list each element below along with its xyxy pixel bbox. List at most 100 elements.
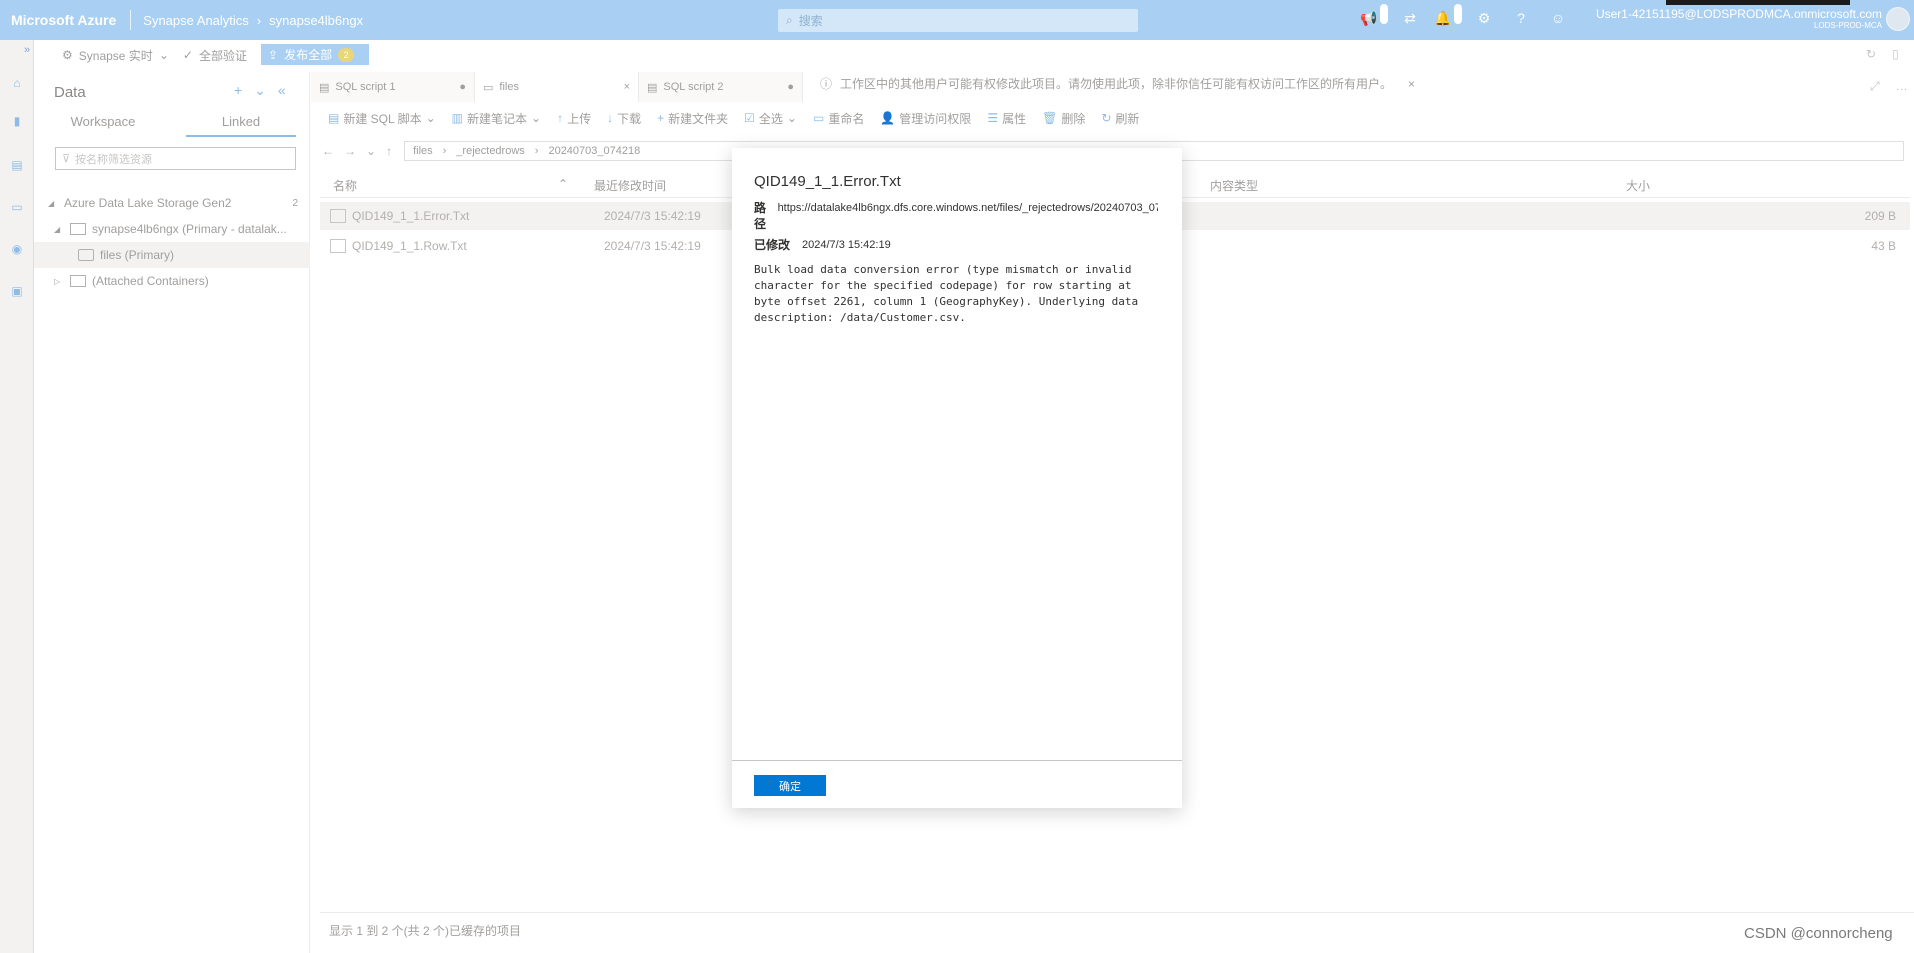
add-icon[interactable]: + xyxy=(234,82,242,99)
tabs-right-icons: ⤢ … xyxy=(1870,79,1908,94)
caret-right-icon: ▷ xyxy=(54,276,61,286)
tab-sql-script-2[interactable]: ▤ SQL script 2 ● xyxy=(639,72,803,102)
integrate-icon[interactable]: ▭ xyxy=(6,196,28,218)
collapse-all-icon[interactable]: ⌄ xyxy=(254,82,266,99)
refresh-button[interactable]: ↻ 刷新 xyxy=(1093,110,1147,127)
tree-item-synapse[interactable]: ◢ synapse4lb6ngx (Primary - datalak... xyxy=(34,216,310,242)
upload-icon: ↑ xyxy=(557,111,564,125)
file-size: 43 B xyxy=(1871,239,1896,253)
modified-label: 已修改 xyxy=(754,238,791,252)
ok-button[interactable]: 确定 xyxy=(754,775,826,796)
home-icon[interactable]: ⌂ xyxy=(6,72,28,94)
forward-icon[interactable]: → xyxy=(344,144,356,158)
dialog-title: QID149_1_1.Error.Txt xyxy=(754,173,901,190)
nav-buttons: ← → ⌄ ↑ xyxy=(320,144,392,158)
storage-icon xyxy=(70,275,86,287)
expand-icon[interactable]: » xyxy=(24,44,30,56)
data-icon[interactable]: ▮ xyxy=(6,110,28,132)
maximize-icon[interactable]: ⤢ xyxy=(1870,79,1880,94)
bell-icon[interactable]: 🔔 1 xyxy=(1434,4,1462,28)
manage-icon[interactable]: ▣ xyxy=(6,280,28,302)
new-folder-label: 新建文件夹 xyxy=(668,111,729,126)
gear-icon[interactable]: ⚙ xyxy=(1474,8,1494,28)
develop-icon[interactable]: ▤ xyxy=(6,154,28,176)
back-icon[interactable]: ← xyxy=(322,144,334,158)
search-icon: ⌕ xyxy=(786,13,793,27)
rename-label: 重命名 xyxy=(828,111,865,126)
redaction-bar xyxy=(1666,0,1850,5)
help-icon[interactable]: ? xyxy=(1511,8,1531,28)
tree-item-files[interactable]: files (Primary) xyxy=(34,242,310,268)
new-sql-label: 新建 SQL 脚本 xyxy=(343,111,422,126)
chevron-down-icon: ⌄ xyxy=(425,111,436,125)
status-text: 显示 1 到 2 个(共 2 个)已缓存的项目 xyxy=(329,924,522,938)
download-button[interactable]: ↓ 下载 xyxy=(599,110,649,127)
tree-item-label: (Attached Containers) xyxy=(92,274,209,288)
brand-title[interactable]: Microsoft Azure xyxy=(0,10,132,30)
path-segment[interactable]: _rejectedrows xyxy=(456,145,524,157)
header-icons: 📢 1 ⇄ 🔔 1 ⚙ ? ☺ xyxy=(1360,4,1568,28)
chevron-down-icon[interactable]: ⌄ xyxy=(366,144,376,158)
search-input[interactable]: ⌕ 搜索 xyxy=(778,9,1138,32)
notebook-icon: ▥ xyxy=(451,111,463,125)
column-content-type[interactable]: 内容类型 xyxy=(1210,177,1626,194)
path-segment[interactable]: files xyxy=(413,145,433,157)
new-notebook-button[interactable]: ▥ 新建笔记本 ⌄ xyxy=(444,110,549,127)
filter-icon: ⊽ xyxy=(62,153,71,165)
tab-linked[interactable]: Linked xyxy=(186,114,296,137)
tab-workspace[interactable]: Workspace xyxy=(34,114,172,137)
validate-all-button[interactable]: ✓ 全部验证 xyxy=(183,47,261,64)
tab-label: files xyxy=(499,81,519,93)
path-segment[interactable]: 20240703_074218 xyxy=(548,145,640,157)
tree-item-label: files (Primary) xyxy=(100,248,174,262)
container-icon xyxy=(78,249,94,261)
discard-icon[interactable]: ▯ xyxy=(1892,47,1899,61)
monitor-icon[interactable]: ◉ xyxy=(6,238,28,260)
tree-item-attached[interactable]: ▷ (Attached Containers) xyxy=(34,268,310,294)
user-info[interactable]: User1-42151195@LODSPRODMCA.onmicrosoft.c… xyxy=(1592,7,1882,30)
unsaved-dot-icon: ● xyxy=(459,81,466,93)
tab-files[interactable]: ▭ files × xyxy=(475,72,639,102)
sql-script-icon: ▤ xyxy=(319,81,330,94)
path-label: 路径 xyxy=(754,201,767,231)
column-size[interactable]: 大小 xyxy=(1626,177,1826,194)
info-message: 工作区中的其他用户可能有权修改此项目。请勿使用此项，除非你信任可能有权访问工作区… xyxy=(840,77,1393,91)
search-placeholder: 搜索 xyxy=(798,14,823,28)
announcement-icon[interactable]: 📢 1 xyxy=(1360,4,1388,28)
upload-button[interactable]: ↑ 上传 xyxy=(549,110,599,127)
synapse-live-dropdown[interactable]: ⚙ Synapse 实时 ⌄ xyxy=(34,47,183,64)
new-folder-button[interactable]: + 新建文件夹 xyxy=(649,110,736,127)
chevron-down-icon: ⌄ xyxy=(531,111,542,125)
sort-up-icon: ⌃ xyxy=(557,177,568,191)
feedback-icon[interactable]: ☺ xyxy=(1548,8,1568,28)
breadcrumb-product[interactable]: Synapse Analytics xyxy=(143,13,249,28)
avatar[interactable] xyxy=(1886,7,1910,31)
collapse-panel-icon[interactable]: « xyxy=(278,82,286,99)
refresh-icon[interactable]: ↻ xyxy=(1866,47,1876,61)
chevron-down-icon: ⌄ xyxy=(786,111,797,125)
upload-label: 上传 xyxy=(567,111,592,126)
subbar-right-icons: ↻ ▯ xyxy=(1866,47,1899,61)
top-bar: Microsoft Azure Synapse Analytics › syna… xyxy=(0,0,1914,40)
tab-sql-script-1[interactable]: ▤ SQL script 1 ● xyxy=(311,72,475,102)
tree-item-adls[interactable]: ◢ Azure Data Lake Storage Gen2 2 xyxy=(34,190,310,216)
manage-access-button[interactable]: 👤 管理访问权限 xyxy=(872,110,979,127)
up-icon[interactable]: ↑ xyxy=(386,144,392,158)
more-icon[interactable]: … xyxy=(1896,79,1908,94)
path-value: https://datalake4lb6ngx.dfs.core.windows… xyxy=(777,202,1158,214)
breadcrumb-workspace[interactable]: synapse4lb6ngx xyxy=(269,13,363,28)
filter-input[interactable]: ⊽ 按名称筛选资源 xyxy=(55,147,296,170)
file-preview-dialog: QID149_1_1.Error.Txt 路径 https://datalake… xyxy=(732,148,1182,808)
new-sql-script-button[interactable]: ▤ 新建 SQL 脚本 ⌄ xyxy=(320,110,444,127)
close-icon[interactable]: × xyxy=(624,81,630,93)
panel-tabs: Workspace Linked xyxy=(34,114,310,137)
select-all-button[interactable]: ☑ 全选 ⌄ xyxy=(736,110,805,127)
close-icon[interactable]: × xyxy=(1408,77,1415,91)
column-name[interactable]: 名称 ⌃ xyxy=(320,177,580,194)
properties-button[interactable]: ☰ 属性 xyxy=(979,110,1034,127)
tab-label: SQL script 2 xyxy=(663,81,724,93)
rename-button[interactable]: ▭ 重命名 xyxy=(805,110,872,127)
publish-all-button[interactable]: ⇪ 发布全部 2 xyxy=(261,44,369,65)
directory-icon[interactable]: ⇄ xyxy=(1400,8,1420,28)
delete-button[interactable]: 🗑 删除 xyxy=(1034,110,1093,127)
